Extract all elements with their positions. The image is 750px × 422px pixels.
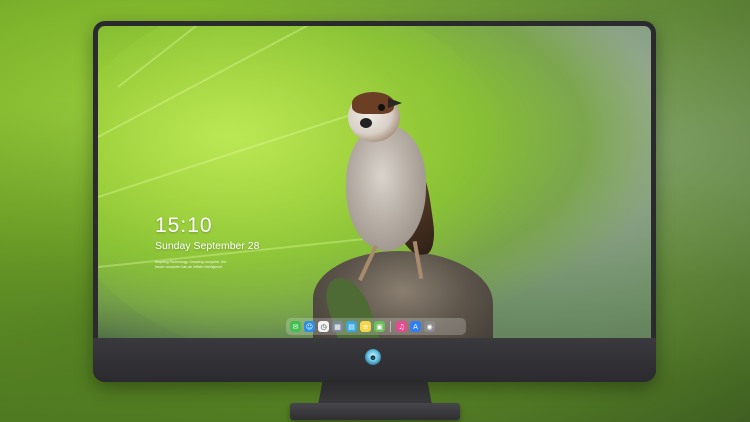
app-store-icon[interactable]: A [410, 321, 421, 332]
lock-screen: 15:10 Sunday September 28 Inspiring Tech… [98, 26, 651, 338]
bird-cheek [360, 118, 372, 128]
dock-separator [390, 321, 391, 332]
lock-date: Sunday September 28 [155, 240, 260, 252]
finder-icon[interactable]: ☺ [304, 321, 315, 332]
mascot-logo-icon: ☻ [365, 349, 381, 365]
clock-icon[interactable]: ◷ [318, 321, 329, 332]
lock-clock: 15:10 [155, 214, 213, 237]
photos-icon[interactable]: ▣ [374, 321, 385, 332]
music-icon[interactable]: ♫ [396, 321, 407, 332]
clapper-icon[interactable]: ▤ [346, 321, 357, 332]
lock-info-line: Inspiring Technology: Amazing computer, … [155, 260, 227, 264]
dock: ✉ ☺ ◷ ▦ ▤ ≡ ▣ ♫ A ◉ [286, 318, 466, 335]
monitor-stand-neck [318, 381, 432, 405]
monitor: 15:10 Sunday September 28 Inspiring Tech… [93, 21, 656, 382]
bird-body [346, 126, 426, 251]
bird-beak [388, 98, 402, 108]
messages-icon[interactable]: ✉ [290, 321, 301, 332]
bird-eye [378, 104, 385, 111]
lock-info-line: future computer has an infinite intellig… [155, 265, 223, 269]
notes-icon[interactable]: ≡ [360, 321, 371, 332]
camera-icon[interactable]: ◉ [424, 321, 435, 332]
preview-icon[interactable]: ▦ [332, 321, 343, 332]
monitor-stand-base [290, 403, 460, 420]
